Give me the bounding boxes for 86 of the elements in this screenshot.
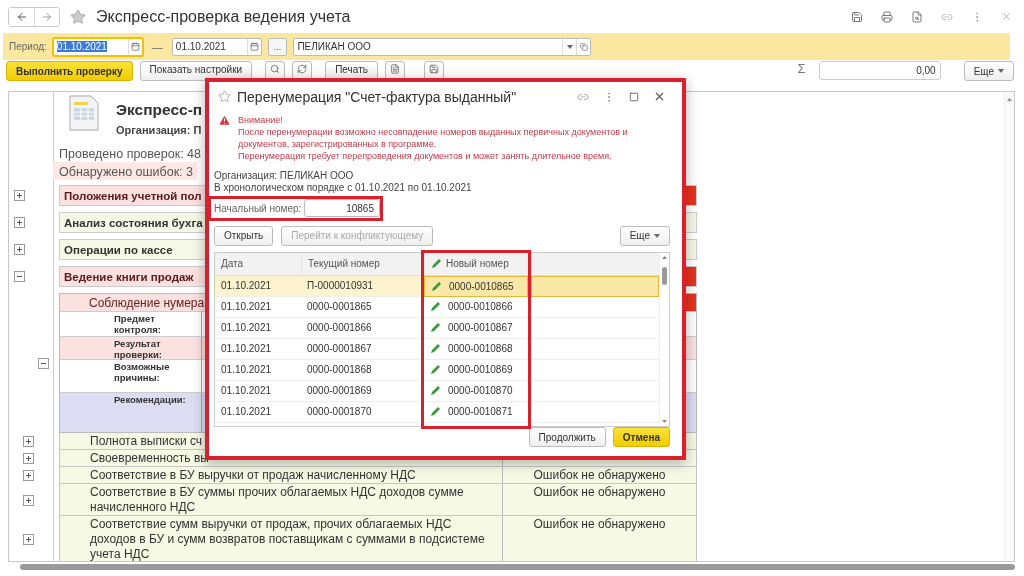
calendar-icon[interactable]: [130, 42, 140, 51]
start-number-label: Начальный номер:: [214, 202, 302, 214]
caret-icon: [566, 44, 573, 49]
goto-conflict-button: Перейти к конфликтующему: [281, 225, 434, 246]
more-button[interactable]: Еще: [619, 225, 670, 246]
dialog-title: Перенумерация "Счет-фактура выданный": [237, 88, 518, 105]
pencil-icon: [430, 406, 441, 418]
organization-text: Организация: ПЕЛИКАН ООО: [214, 169, 355, 182]
back-arrow-icon[interactable]: [15, 10, 28, 23]
vertical-scrollbar[interactable]: [1004, 92, 1014, 561]
warning-text: После перенумерации возможно несовпадение номеров выданных первичных документов и документов, зарегистрированных в программе. Перенумерация требует перепроведения документов и может занять длительное время.: [238, 125, 628, 162]
table-cell[interactable]: 0000-0010865: [424, 275, 528, 297]
date-from-field[interactable]: 01.10.2021: [52, 37, 143, 56]
expand-icon[interactable]: [23, 534, 34, 545]
pencil-icon: [431, 258, 442, 270]
vertical-scrollbar[interactable]: [659, 252, 669, 426]
search-icon[interactable]: [270, 64, 281, 74]
horizontal-scrollbar[interactable]: [20, 564, 1015, 570]
show-settings-button[interactable]: Показать настройки: [139, 61, 253, 81]
collapse-icon[interactable]: [38, 357, 49, 369]
warning-title: Внимание!: [238, 113, 284, 126]
preview-icon[interactable]: [911, 10, 923, 23]
period-text: В хронологическом порядке с 01.10.2021 по 01.10.2021: [214, 181, 473, 194]
column-header[interactable]: Дата: [215, 252, 301, 276]
choose-period-button[interactable]: ...: [267, 37, 288, 56]
check-title: Соответствие сумм выручки от продаж, прочих облагаемых НДС доходов в БУ и сумм возвратов поставщикам с суммами в подсистеме учета НДС: [90, 517, 485, 561]
check-title: Соответствие в БУ суммы прочих облагаемых НДС доходов сумме начисленного НДС: [90, 485, 464, 514]
check-result: Ошибок не обнаружено: [533, 485, 666, 499]
save-icon[interactable]: [851, 10, 863, 23]
cancel-button[interactable]: Отмена: [612, 427, 670, 447]
scroll-up-icon[interactable]: [662, 255, 667, 259]
calendar-icon[interactable]: [249, 42, 259, 51]
pencil-icon: [430, 343, 441, 355]
scroll-down-icon[interactable]: [662, 420, 667, 423]
scroll-up-icon[interactable]: [1007, 98, 1012, 101]
date-to-field[interactable]: 01.10.2021: [171, 37, 262, 56]
column-header[interactable]: Новый номер: [424, 252, 528, 276]
report-organization: Организация: П: [116, 124, 203, 136]
printer-icon[interactable]: [881, 10, 893, 23]
pencil-icon: [430, 385, 441, 397]
period-label: Период:: [9, 41, 47, 52]
expand-icon[interactable]: [23, 470, 34, 481]
expand-icon[interactable]: [23, 436, 34, 447]
sum-sign: Σ: [797, 61, 806, 76]
pencil-icon: [430, 322, 441, 334]
expand-icon[interactable]: [23, 494, 34, 506]
table-cell[interactable]: П-0000010931: [301, 275, 421, 297]
open-icon[interactable]: [579, 42, 588, 51]
run-check-button[interactable]: Выполнить проверку: [6, 61, 133, 81]
column-header[interactable]: Текущий номер: [301, 252, 421, 276]
checks-count: Проведено проверок: 48: [58, 146, 201, 162]
document-icon[interactable]: [389, 64, 400, 74]
check-result: Ошибок не обнаружено: [533, 517, 666, 531]
table-cell[interactable]: 01.10.2021: [215, 275, 301, 297]
expand-icon[interactable]: [14, 190, 25, 201]
expand-icon[interactable]: [14, 244, 25, 255]
print-button[interactable]: Печать: [325, 61, 378, 81]
expand-icon[interactable]: [14, 217, 25, 228]
maximize-icon[interactable]: [629, 91, 639, 102]
pencil-icon: [431, 280, 442, 292]
start-number-field[interactable]: 10865: [304, 199, 380, 218]
errors-count: Обнаружено ошибок: 3: [58, 164, 194, 180]
caret-icon: [998, 69, 1004, 73]
report-title: Экспресс-п: [116, 101, 203, 119]
organization-field[interactable]: ПЕЛИКАН ООО: [293, 37, 592, 56]
sum-field[interactable]: 0,00: [818, 61, 941, 80]
warning-icon: [218, 113, 231, 127]
check-result: Ошибок не обнаружено: [533, 468, 666, 482]
refresh-icon[interactable]: [297, 64, 308, 74]
star-icon[interactable]: [70, 8, 86, 25]
window-title: Экспресс-проверка ведения учета: [96, 7, 351, 26]
star-icon[interactable]: [218, 90, 231, 104]
check-title: Полнота выписки сч: [90, 434, 203, 448]
collapse-icon[interactable]: [14, 271, 25, 282]
report-icon: [69, 95, 99, 131]
pencil-icon: [430, 364, 441, 376]
check-title: Соответствие в БУ выручки от продаж начисленному НДС: [90, 468, 416, 482]
open-button[interactable]: Открыть: [214, 225, 274, 246]
more-button[interactable]: Еще: [963, 61, 1014, 81]
scroll-thumb[interactable]: [662, 266, 667, 285]
continue-button[interactable]: Продолжить: [528, 427, 606, 447]
save-icon[interactable]: [428, 64, 439, 74]
detail-label: Рекомендации:: [60, 393, 202, 432]
dash: —: [151, 40, 163, 53]
expand-icon[interactable]: [23, 453, 34, 464]
pencil-icon: [430, 301, 441, 313]
